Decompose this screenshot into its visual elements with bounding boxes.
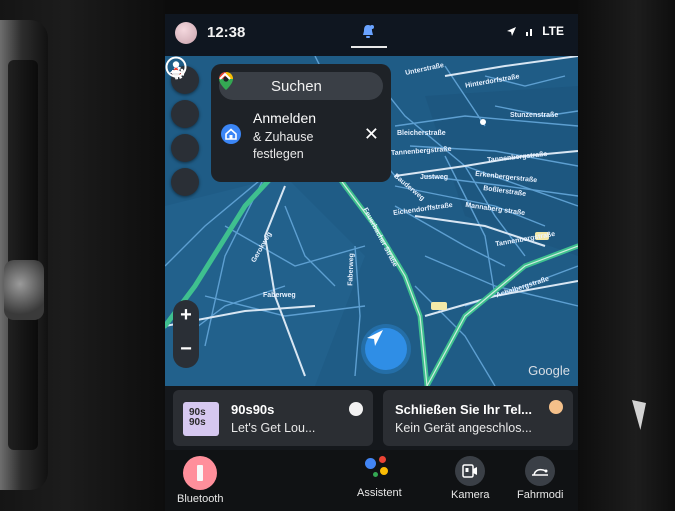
media-title: 90s90s [231, 402, 275, 417]
infotainment-screen: 12:38 LTE Unterstraße Hinterdorfstraße S… [165, 14, 578, 511]
assistant-dots-icon [363, 452, 395, 484]
zoom-control: + − [173, 300, 199, 368]
search-label: Suchen [271, 78, 322, 95]
dock-drive-modes[interactable]: Fahrmodi [517, 456, 563, 501]
dock-camera[interactable]: Kamera [451, 456, 490, 501]
app-dock: Bluetooth Assistent Kamera Fahrmodi [165, 450, 578, 511]
dashboard-left-trim [0, 0, 165, 511]
zoom-in-button[interactable]: + [173, 304, 199, 327]
location-arrow-icon [507, 26, 517, 36]
signin-title[interactable]: Anmelden [253, 110, 316, 126]
user-avatar[interactable] [175, 22, 197, 44]
media-status-dot [349, 402, 363, 416]
settings-button[interactable] [171, 66, 199, 128]
camera-icon [455, 456, 486, 486]
zoom-out-button[interactable]: − [173, 338, 199, 361]
current-location-marker [365, 328, 407, 370]
status-indicators: LTE [506, 24, 564, 38]
close-icon[interactable]: ✕ [364, 124, 379, 145]
search-panel: Suchen Anmelden & Zuhause festlegen ✕ [211, 64, 391, 182]
album-art: 90s 90s [183, 402, 219, 436]
navigation-arrow-icon [367, 330, 383, 346]
phone-subtitle: Kein Gerät angeschlos... [395, 421, 532, 435]
dock-assistant-label: Assistent [357, 487, 402, 499]
cards-row: 90s 90s 90s90s Let's Get Lou... Schließe… [165, 386, 578, 450]
home-icon [221, 124, 241, 144]
street-label: Bleicherstraße [397, 130, 446, 137]
air-vent [0, 20, 48, 490]
map-left-rail [171, 66, 199, 196]
drive-mode-icon [525, 456, 556, 486]
air-vent-knob [4, 260, 44, 320]
clock: 12:38 [207, 24, 246, 41]
dashboard-right-trim [578, 0, 675, 511]
dock-drive-modes-label: Fahrmodi [517, 489, 564, 501]
street-label: Faberweg [263, 292, 296, 299]
bluetooth-icon [183, 456, 218, 490]
dock-assistant[interactable]: Assistent [357, 452, 402, 499]
street-label: Faberweg [347, 253, 356, 286]
screen-bezel-top [165, 0, 578, 14]
signin-subtitle: & Zuhause festlegen [253, 130, 314, 161]
media-card[interactable]: 90s 90s 90s90s Let's Get Lou... [173, 390, 373, 446]
signal-bars-icon [526, 28, 533, 36]
dock-camera-label: Kamera [451, 489, 490, 501]
google-logo: Google [528, 363, 570, 378]
account-icon[interactable] [165, 56, 187, 78]
navigation-map[interactable]: Unterstraße Hinterdorfstraße Stunzenstra… [165, 56, 578, 386]
phone-card[interactable]: Schließen Sie Ihr Tel... Kein Gerät ange… [383, 390, 573, 446]
search-bar[interactable]: Suchen [219, 72, 383, 100]
street-label: Justweg [420, 174, 449, 181]
bell-icon [363, 25, 374, 38]
media-subtitle: Let's Get Lou... [231, 421, 316, 435]
compass-button[interactable] [171, 66, 199, 196]
network-label: LTE [542, 24, 564, 38]
dock-bluetooth-label: Bluetooth [177, 493, 224, 505]
notification-tab[interactable] [351, 20, 387, 50]
status-bar: 12:38 LTE [165, 14, 578, 56]
street-label: Stunzenstraße [510, 112, 559, 119]
notification-tab-indicator [351, 46, 387, 48]
dock-bluetooth[interactable]: Bluetooth [177, 456, 223, 505]
air-vent-slot [8, 60, 38, 450]
chevron-up-icon[interactable] [219, 72, 231, 80]
album-art-label: 90s 90s [189, 407, 206, 428]
volume-button[interactable] [171, 67, 199, 162]
phone-title: Schließen Sie Ihr Tel... [395, 402, 533, 417]
phone-status-dot [549, 400, 563, 414]
